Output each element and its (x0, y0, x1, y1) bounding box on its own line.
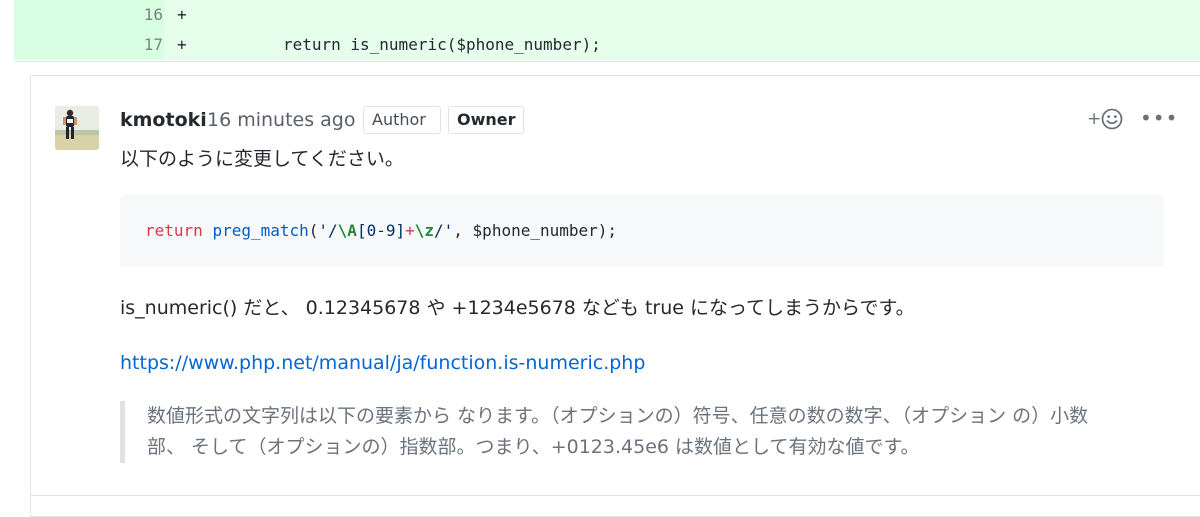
code-token: ( (308, 221, 319, 240)
add-reaction-button[interactable]: + (1085, 107, 1129, 133)
code-token: preg_match (212, 221, 309, 240)
smiley-icon (1101, 108, 1123, 130)
code-token: return (145, 221, 203, 240)
avatar[interactable] (55, 106, 99, 150)
diff-line-17: 17 + return is_numeric($phone_number); (14, 30, 1200, 60)
comment-author[interactable]: kmotoki (120, 108, 207, 132)
code-block: return preg_match('/\A[0-9]+\z/', $phone… (120, 195, 1164, 267)
owner-badge: Owner (448, 106, 524, 134)
comment-timestamp[interactable]: 16 minutes ago (207, 108, 356, 132)
documentation-link[interactable]: https://www.php.net/manual/ja/function.i… (120, 350, 645, 376)
code-token: \z (414, 221, 435, 240)
code-line: return preg_match('/\A[0-9]+\z/', $phone… (145, 218, 617, 244)
line-number[interactable]: 17 (14, 30, 164, 60)
comment-intro: 以下のように変更してください。 (120, 148, 404, 170)
code-token: /' (434, 221, 454, 240)
code-token: , $phone_number); (453, 221, 618, 240)
diff-code: + return is_numeric($phone_number); (177, 35, 601, 54)
diff-code: + (177, 5, 187, 24)
plus-icon: + (1087, 109, 1102, 129)
code-token: [0-9] (356, 221, 406, 240)
diff-divider (14, 61, 1200, 62)
kebab-icon: ••• (1140, 106, 1179, 130)
more-options-button[interactable]: ••• (1140, 107, 1177, 133)
code-token: + (405, 221, 415, 240)
line-number[interactable]: 16 (14, 0, 164, 30)
thread-divider (31, 495, 1200, 496)
author-badge: Author (363, 106, 441, 134)
comment-explanation: is_numeric() だと、 0.12345678 や +1234e5678… (120, 297, 915, 319)
diff-line-16: 16 + (14, 0, 1200, 30)
review-comment-thread: kmotoki 16 minutes ago Author Owner + ••… (30, 75, 1200, 517)
blockquote: 数値形式の文字列は以下の要素から なります。（オプションの）符号、任意の数の数字… (120, 401, 1120, 463)
code-token: '/ (318, 221, 338, 240)
user-avatar-icon (55, 106, 99, 150)
code-token: \A (337, 221, 357, 240)
